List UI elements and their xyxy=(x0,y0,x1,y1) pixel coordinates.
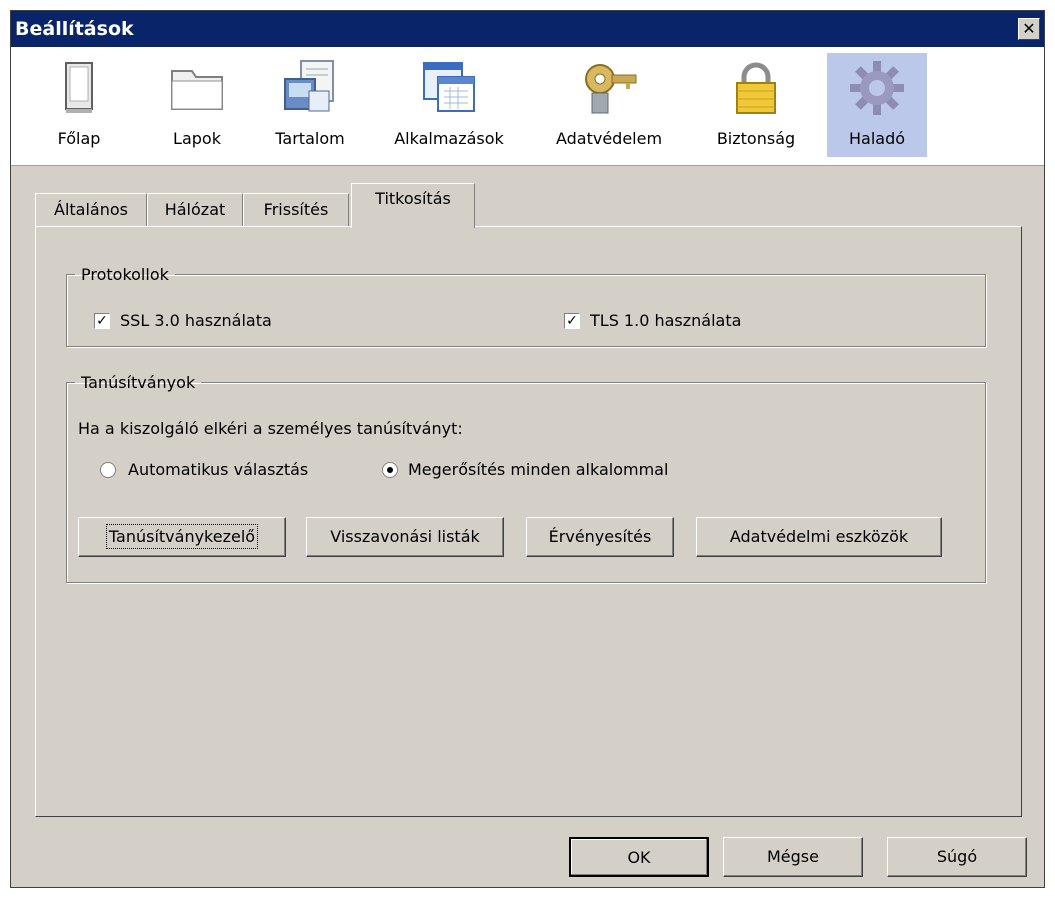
content-icon xyxy=(284,60,334,112)
ok-label: OK xyxy=(627,848,651,867)
toolbar-label-security: Biztonság xyxy=(716,129,796,148)
toolbar-item-applications[interactable]: Alkalmazások xyxy=(375,53,523,157)
toolbar-label-privacy: Adatvédelem xyxy=(555,129,663,148)
toolbar-item-main[interactable]: Főlap xyxy=(33,53,125,157)
encryption-panel: Protokollok ✓ SSL 3.0 használata ✓ TLS 1… xyxy=(35,226,1022,817)
close-button[interactable]: ✕ xyxy=(1018,18,1040,40)
tab-network[interactable]: Hálózat xyxy=(147,193,243,227)
tls-checkbox[interactable]: ✓ xyxy=(564,313,580,329)
certificates-legend: Tanúsítványok xyxy=(81,373,196,392)
tab-general-label: Általános xyxy=(54,200,128,219)
toolbar-label-content: Tartalom xyxy=(275,129,345,148)
radio-confirm-label: Megerősítés minden alkalommal xyxy=(408,460,669,479)
certificate-manager-label: Tanúsítványkezelő xyxy=(105,524,259,549)
ssl-label: SSL 3.0 használata xyxy=(120,311,272,330)
toolbar-item-privacy[interactable]: Adatvédelem xyxy=(539,53,679,157)
ok-button[interactable]: OK xyxy=(569,837,709,877)
security-lock-icon xyxy=(736,62,776,114)
revocation-lists-button[interactable]: Visszavonási listák xyxy=(306,517,504,557)
validation-button[interactable]: Érvényesítés xyxy=(526,517,674,557)
revocation-lists-label: Visszavonási listák xyxy=(330,527,480,546)
ssl-checkbox[interactable]: ✓ xyxy=(94,313,110,329)
privacy-key-icon xyxy=(585,64,637,114)
applications-icon xyxy=(423,62,475,112)
cancel-button[interactable]: Mégse xyxy=(723,837,863,877)
radio-automatic-label: Automatikus választás xyxy=(128,460,309,479)
certificate-prompt: Ha a kiszolgáló elkéri a személyes tanús… xyxy=(78,419,463,438)
tab-encryption[interactable]: Titkosítás xyxy=(351,183,475,228)
dialog-title: Beállítások xyxy=(15,18,134,40)
tab-general[interactable]: Általános xyxy=(35,193,147,227)
cancel-label: Mégse xyxy=(767,847,819,866)
toolbar-label-applications: Alkalmazások xyxy=(394,129,504,148)
advanced-gear-icon xyxy=(850,61,904,115)
toolbar-item-security[interactable]: Biztonság xyxy=(697,53,815,157)
close-icon: ✕ xyxy=(1022,19,1036,38)
tab-network-label: Hálózat xyxy=(164,200,226,219)
toolbar-label-main: Főlap xyxy=(57,129,101,148)
tls-label: TLS 1.0 használata xyxy=(590,311,742,330)
certificate-manager-button[interactable]: Tanúsítványkezelő xyxy=(78,517,286,557)
protocols-group: Protokollok xyxy=(66,265,986,347)
toolbar-item-tabs[interactable]: Lapok xyxy=(151,53,243,157)
security-devices-button[interactable]: Adatvédelmi eszközök xyxy=(696,517,942,557)
radio-automatic-button[interactable] xyxy=(100,462,116,478)
help-button[interactable]: Súgó xyxy=(887,837,1027,877)
tabs-icon xyxy=(171,70,223,110)
toolbar-item-content[interactable]: Tartalom xyxy=(257,53,363,157)
toolbar-item-advanced[interactable]: Haladó xyxy=(827,53,927,157)
security-devices-label: Adatvédelmi eszközök xyxy=(729,527,909,546)
tab-update-label: Frissítés xyxy=(263,200,329,219)
help-label: Súgó xyxy=(936,847,978,866)
toolbar-label-advanced: Haladó xyxy=(848,129,906,148)
category-toolbar: Főlap Lapok Tartalom Alkalmazások Adatvé… xyxy=(11,47,1044,166)
tab-encryption-label: Titkosítás xyxy=(375,189,451,208)
main-page-icon xyxy=(65,62,93,113)
protocols-legend: Protokollok xyxy=(81,265,169,284)
tab-update[interactable]: Frissítés xyxy=(243,193,349,227)
validation-label: Érvényesítés xyxy=(548,527,652,546)
toolbar-label-tabs: Lapok xyxy=(173,129,221,148)
title-bar[interactable]: Beállítások ✕ xyxy=(11,11,1044,47)
settings-dialog: Beállítások ✕ Főlap Lapok Tartalom Alkal… xyxy=(10,10,1045,888)
radio-confirm-button[interactable] xyxy=(382,462,398,478)
